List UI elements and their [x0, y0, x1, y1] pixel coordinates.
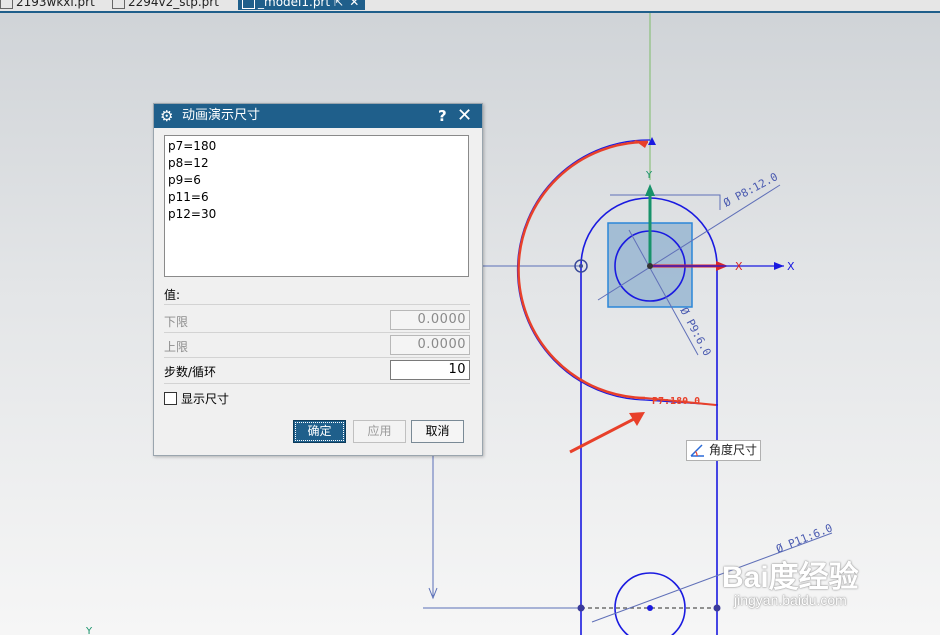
lower-limit-label: 下限: [164, 315, 189, 329]
tab-model1[interactable]: _model1.prt ⇱ ✕: [238, 0, 366, 10]
tooltip-text: 角度尺寸: [709, 443, 758, 457]
dimension-list[interactable]: p7=180 p8=12 p9=6 p11=6 p12=30: [164, 135, 469, 277]
annotation-arrow: [569, 416, 637, 454]
svg-text:Y: Y: [85, 626, 93, 635]
divider: [164, 304, 470, 305]
value-section-label: 值:: [164, 288, 181, 302]
help-button[interactable]: ?: [438, 104, 447, 128]
tab-label: 2294v2_stp.prt: [128, 0, 219, 9]
close-button[interactable]: ✕: [457, 104, 472, 128]
animate-dimensions-dialog: ⚙ 动画演示尺寸 ? ✕ p7=180 p8=12 p9=6 p11=6 p12…: [153, 103, 483, 456]
upper-limit-label: 上限: [164, 340, 189, 354]
divider: [164, 332, 470, 333]
part-file-icon: [112, 0, 125, 9]
part-file-icon: [242, 0, 255, 9]
axis-x-label: X: [735, 260, 743, 273]
ok-button[interactable]: 确定: [293, 420, 346, 443]
dialog-titlebar[interactable]: ⚙ 动画演示尺寸 ? ✕: [154, 104, 482, 128]
axis-x-label: X: [787, 260, 795, 273]
watermark-url: jingyan.baidu.com: [734, 592, 847, 608]
divider: [164, 357, 470, 358]
watermark-logo: Bai度经验: [722, 561, 859, 594]
document-tab-bar: 2193wkxl.prt 2294v2_stp.prt _model1.prt ⇱…: [0, 0, 940, 13]
list-item[interactable]: p7=180: [168, 138, 465, 155]
divider: [164, 383, 470, 384]
cancel-button[interactable]: 取消: [411, 420, 464, 443]
steps-per-cycle-label: 步数/循环: [164, 365, 217, 379]
tab-label: _model1.prt: [258, 0, 331, 9]
hole-bottom: [614, 572, 686, 635]
gear-icon[interactable]: ⚙: [160, 106, 173, 126]
list-item[interactable]: p9=6: [168, 172, 465, 189]
steps-per-cycle-field[interactable]: 10: [390, 360, 470, 380]
tab-2294v2-stp[interactable]: 2294v2_stp.prt: [112, 0, 219, 10]
list-item[interactable]: p8=12: [168, 155, 465, 172]
tooltip: 角度尺寸: [686, 440, 761, 461]
apply-button[interactable]: 应用: [353, 420, 406, 443]
dim-p11-label[interactable]: Ø P11:6.0: [774, 521, 834, 555]
angle-dimension-icon: [690, 444, 704, 457]
part-file-icon: [0, 0, 13, 9]
axis-y-label: Y: [645, 170, 653, 181]
show-dimensions-checkbox[interactable]: [164, 392, 177, 405]
tab-label: 2193wkxl.prt: [16, 0, 95, 9]
close-icon[interactable]: ✕: [349, 0, 359, 9]
tab-2193wkxl[interactable]: 2193wkxl.prt: [0, 0, 95, 10]
show-dimensions-label: 显示尺寸: [181, 392, 230, 406]
upper-limit-field[interactable]: 0.0000: [390, 335, 470, 355]
list-item[interactable]: p12=30: [168, 206, 465, 223]
lower-limit-field[interactable]: 0.0000: [390, 310, 470, 330]
list-item[interactable]: p11=6: [168, 189, 465, 206]
popout-icon[interactable]: ⇱: [334, 0, 343, 9]
dialog-title: 动画演示尺寸: [182, 108, 261, 123]
baidu-watermark: Bai度经验 jingyan.baidu.com: [722, 552, 859, 608]
